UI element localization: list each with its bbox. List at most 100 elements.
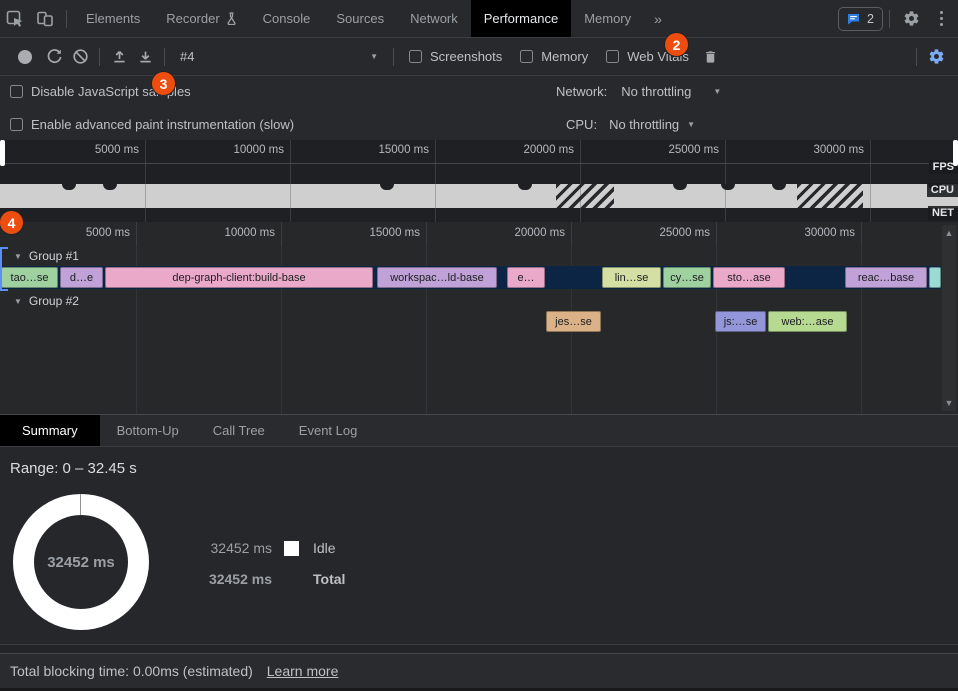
issues-counter-button[interactable]: 2	[838, 7, 883, 31]
tab-sources[interactable]: Sources	[323, 0, 397, 37]
device-toolbar-icon[interactable]	[30, 5, 60, 33]
detail-tabbar: Summary Bottom-Up Call Tree Event Log	[0, 414, 958, 447]
range-handle-right[interactable]	[953, 140, 958, 166]
kebab-menu-icon[interactable]	[926, 5, 956, 33]
tab-console[interactable]: Console	[250, 0, 324, 37]
overview-strip[interactable]: FPS CPU NET 5000 ms10000 ms15000 ms20000…	[0, 140, 958, 222]
legend-row-idle: 32452 ms Idle	[190, 539, 345, 557]
overview-tick-label: 5000 ms	[53, 144, 139, 156]
collapse-triangle-icon[interactable]: ▼	[14, 297, 22, 306]
network-throttling-select[interactable]: Network: No throttling ▼	[556, 81, 721, 101]
collapse-triangle-icon[interactable]: ▼	[14, 252, 22, 261]
scroll-down-icon[interactable]: ▼	[945, 398, 954, 408]
flame-bar[interactable]: e…	[507, 267, 545, 288]
overview-tick-label: 15000 ms	[343, 144, 429, 156]
checkbox-box[interactable]	[10, 85, 23, 98]
paint-instrumentation-checkbox[interactable]: Enable advanced paint instrumentation (s…	[10, 114, 294, 134]
screenshots-checkbox[interactable]: Screenshots	[409, 49, 502, 64]
checkbox-box[interactable]	[409, 50, 422, 63]
record-button[interactable]	[18, 50, 32, 64]
flame-scrollbar[interactable]: ▲ ▼	[942, 225, 956, 411]
flask-icon	[226, 12, 237, 25]
divider	[393, 48, 394, 66]
tab-label: Recorder	[166, 11, 219, 26]
checkbox-box[interactable]	[520, 50, 533, 63]
cpu-hatch-region	[556, 184, 614, 208]
tab-label: Sources	[336, 11, 384, 26]
inspect-element-icon[interactable]	[0, 5, 30, 33]
tab-performance[interactable]: Performance	[471, 0, 571, 37]
checkbox-box[interactable]	[10, 118, 23, 131]
checkbox-box[interactable]	[606, 50, 619, 63]
flame-tick-label: 30000 ms	[769, 227, 855, 239]
tab-recorder[interactable]: Recorder	[153, 0, 249, 37]
chevron-down-icon: ▼	[713, 87, 721, 96]
tab-label: Bottom-Up	[117, 423, 179, 438]
overview-gridline	[435, 140, 436, 222]
divider	[889, 10, 890, 28]
clear-recordings-icon[interactable]	[67, 44, 93, 70]
flame-bar[interactable]: lin…se	[602, 267, 661, 288]
flame-bar[interactable]: jes…se	[546, 311, 601, 332]
network-throttling-value: No throttling	[621, 84, 691, 99]
memory-checkbox[interactable]: Memory	[520, 49, 588, 64]
chevron-down-icon: ▼	[370, 52, 378, 61]
reload-and-record-button[interactable]	[41, 44, 67, 70]
legend-value: 32452 ms	[190, 571, 272, 587]
overview-tick-label: 10000 ms	[198, 144, 284, 156]
settings-gear-icon[interactable]	[896, 5, 926, 33]
network-throttling-label: Network:	[556, 84, 607, 99]
flame-group-2-header[interactable]: ▼ Group #2	[0, 292, 79, 310]
flame-bar[interactable]: dep-graph-client:build-base	[105, 267, 373, 288]
tab-network[interactable]: Network	[397, 0, 471, 37]
trash-icon[interactable]	[698, 44, 724, 70]
time-breakdown-donut: 32452 ms	[13, 494, 149, 630]
capture-settings-gear-icon[interactable]	[923, 44, 949, 70]
recording-select[interactable]: #4 ▼	[180, 49, 378, 64]
flame-bar[interactable]: web:…ase	[768, 311, 847, 332]
more-tabs-button[interactable]: »	[644, 11, 672, 27]
tab-elements[interactable]: Elements	[73, 0, 153, 37]
donut-legend: 32452 ms Idle 32452 ms Total	[190, 539, 345, 601]
devtools-window: Elements Recorder Console Sources Networ…	[0, 0, 958, 691]
tab-memory[interactable]: Memory	[571, 0, 644, 37]
flame-bar[interactable]: tao…se	[1, 267, 58, 288]
flame-group-1-header[interactable]: ▼ Group #1	[0, 247, 79, 265]
flame-ruler-tick	[716, 222, 717, 246]
tab-bottom-up[interactable]: Bottom-Up	[100, 415, 196, 446]
flame-track-1: tao…sed…edep-graph-client:build-basework…	[0, 266, 941, 289]
chevron-down-icon: ▼	[687, 120, 695, 129]
donut-seam	[80, 494, 81, 515]
overview-tick-label: 25000 ms	[633, 144, 719, 156]
scroll-up-icon[interactable]: ▲	[945, 228, 954, 238]
tab-summary[interactable]: Summary	[0, 415, 100, 446]
learn-more-link[interactable]: Learn more	[267, 663, 339, 679]
performance-toolbar: #4 ▼ Screenshots Memory Web Vitals	[0, 38, 958, 76]
flame-bar[interactable]: sto…ase	[713, 267, 785, 288]
flame-ruler-tick	[861, 222, 862, 246]
flame-bar[interactable]: workspac…ld-base	[377, 267, 497, 288]
load-profile-icon[interactable]	[106, 44, 132, 70]
checkbox-label: Screenshots	[430, 49, 502, 64]
flame-bar[interactable]: js:…se	[715, 311, 766, 332]
flame-chart[interactable]: ▼ Group #1 tao…sed…edep-graph-client:bui…	[0, 222, 958, 414]
group-label: Group #1	[29, 249, 79, 263]
overview-gridline-band	[870, 184, 871, 208]
range-text: Range: 0 – 32.45 s	[10, 460, 137, 477]
cpu-throttling-select[interactable]: CPU: No throttling ▼	[566, 114, 695, 134]
flame-bar[interactable]	[929, 267, 941, 288]
tab-call-tree[interactable]: Call Tree	[196, 415, 282, 446]
capture-options-pane: Disable JavaScript samples Enable advanc…	[0, 76, 958, 140]
flame-bar[interactable]: d…e	[60, 267, 103, 288]
save-profile-icon[interactable]	[132, 44, 158, 70]
flame-bar[interactable]: reac…base	[845, 267, 927, 288]
tab-event-log[interactable]: Event Log	[282, 415, 375, 446]
net-row-label: NET	[928, 206, 958, 220]
divider	[66, 10, 67, 28]
notification-badge: 4	[0, 210, 24, 235]
group-label: Group #2	[29, 294, 79, 308]
tab-label: Event Log	[299, 423, 358, 438]
overview-gridline	[290, 140, 291, 222]
range-handle-left[interactable]	[0, 140, 5, 166]
flame-bar[interactable]: cy…se	[663, 267, 711, 288]
